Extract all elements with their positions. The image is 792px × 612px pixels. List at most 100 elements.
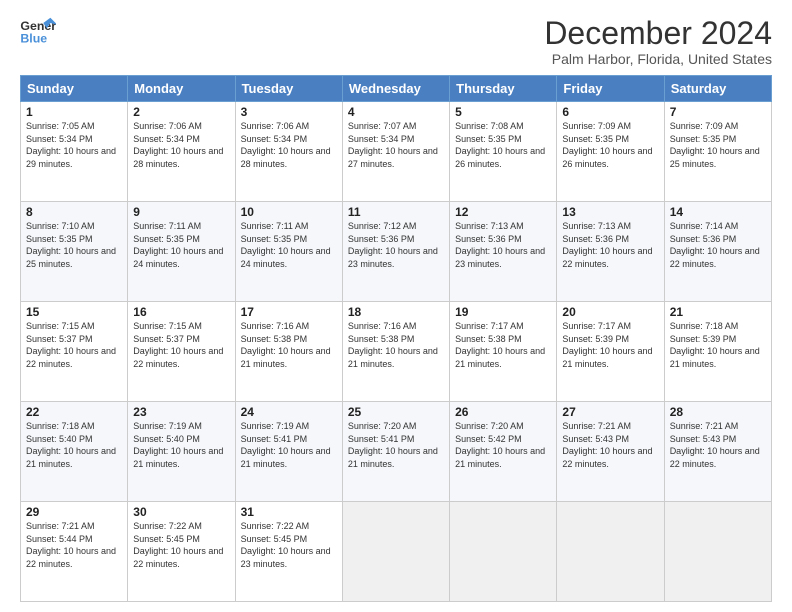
calendar-cell	[664, 502, 771, 602]
day-info: Sunrise: 7:22 AMSunset: 5:45 PMDaylight:…	[133, 521, 223, 569]
day-number: 22	[26, 405, 122, 419]
day-number: 11	[348, 205, 444, 219]
calendar-cell: 3 Sunrise: 7:06 AMSunset: 5:34 PMDaylight…	[235, 102, 342, 202]
weekday-header-monday: Monday	[128, 76, 235, 102]
calendar-cell: 25 Sunrise: 7:20 AMSunset: 5:41 PMDayligh…	[342, 402, 449, 502]
day-info: Sunrise: 7:19 AMSunset: 5:40 PMDaylight:…	[133, 421, 223, 469]
title-block: December 2024 Palm Harbor, Florida, Unit…	[544, 16, 772, 67]
calendar-cell: 19Sunrise: 7:17 AMSunset: 5:38 PMDayligh…	[450, 302, 557, 402]
calendar-cell: 14 Sunrise: 7:14 AMSunset: 5:36 PMDayligh…	[664, 202, 771, 302]
day-number: 18	[348, 305, 444, 319]
calendar-cell: 21 Sunrise: 7:18 AMSunset: 5:39 PMDayligh…	[664, 302, 771, 402]
calendar-cell: 23 Sunrise: 7:19 AMSunset: 5:40 PMDayligh…	[128, 402, 235, 502]
day-number: 5	[455, 105, 551, 119]
calendar-cell: 12 Sunrise: 7:13 AMSunset: 5:36 PMDayligh…	[450, 202, 557, 302]
day-info: Sunrise: 7:13 AMSunset: 5:36 PMDaylight:…	[562, 221, 652, 269]
calendar-cell: 7Sunrise: 7:09 AMSunset: 5:35 PMDaylight…	[664, 102, 771, 202]
day-info: Sunrise: 7:21 AMSunset: 5:43 PMDaylight:…	[670, 421, 760, 469]
header: General Blue December 2024 Palm Harbor, …	[20, 16, 772, 67]
weekday-header-saturday: Saturday	[664, 76, 771, 102]
day-number: 28	[670, 405, 766, 419]
calendar-week-1: 1 Sunrise: 7:05 AMSunset: 5:34 PMDaylight…	[21, 102, 772, 202]
calendar-cell: 30 Sunrise: 7:22 AMSunset: 5:45 PMDayligh…	[128, 502, 235, 602]
day-number: 13	[562, 205, 658, 219]
calendar-cell: 29 Sunrise: 7:21 AMSunset: 5:44 PMDayligh…	[21, 502, 128, 602]
day-info: Sunrise: 7:19 AMSunset: 5:41 PMDaylight:…	[241, 421, 331, 469]
month-title: December 2024	[544, 16, 772, 51]
calendar-cell: 4 Sunrise: 7:07 AMSunset: 5:34 PMDaylight…	[342, 102, 449, 202]
calendar-cell: 17 Sunrise: 7:16 AMSunset: 5:38 PMDayligh…	[235, 302, 342, 402]
day-info: Sunrise: 7:06 AMSunset: 5:34 PMDaylight:…	[241, 121, 331, 169]
day-info: Sunrise: 7:14 AMSunset: 5:36 PMDaylight:…	[670, 221, 760, 269]
weekday-header-wednesday: Wednesday	[342, 76, 449, 102]
day-number: 21	[670, 305, 766, 319]
day-number: 15	[26, 305, 122, 319]
calendar-cell: 22 Sunrise: 7:18 AMSunset: 5:40 PMDayligh…	[21, 402, 128, 502]
day-info: Sunrise: 7:18 AMSunset: 5:39 PMDaylight:…	[670, 321, 760, 369]
day-number: 27	[562, 405, 658, 419]
calendar-cell: 10Sunrise: 7:11 AMSunset: 5:35 PMDayligh…	[235, 202, 342, 302]
day-info: Sunrise: 7:20 AMSunset: 5:41 PMDaylight:…	[348, 421, 438, 469]
day-number: 14	[670, 205, 766, 219]
day-info: Sunrise: 7:20 AMSunset: 5:42 PMDaylight:…	[455, 421, 545, 469]
day-number: 1	[26, 105, 122, 119]
calendar-cell: 1 Sunrise: 7:05 AMSunset: 5:34 PMDaylight…	[21, 102, 128, 202]
calendar-table: SundayMondayTuesdayWednesdayThursdayFrid…	[20, 75, 772, 602]
day-number: 6	[562, 105, 658, 119]
weekday-header-thursday: Thursday	[450, 76, 557, 102]
weekday-header-friday: Friday	[557, 76, 664, 102]
day-number: 23	[133, 405, 229, 419]
calendar-cell: 8 Sunrise: 7:10 AMSunset: 5:35 PMDaylight…	[21, 202, 128, 302]
weekday-header-tuesday: Tuesday	[235, 76, 342, 102]
day-info: Sunrise: 7:13 AMSunset: 5:36 PMDaylight:…	[455, 221, 545, 269]
calendar-cell: 27 Sunrise: 7:21 AMSunset: 5:43 PMDayligh…	[557, 402, 664, 502]
day-number: 12	[455, 205, 551, 219]
calendar-cell: 5 Sunrise: 7:08 AMSunset: 5:35 PMDaylight…	[450, 102, 557, 202]
day-number: 25	[348, 405, 444, 419]
day-number: 31	[241, 505, 337, 519]
day-info: Sunrise: 7:10 AMSunset: 5:35 PMDaylight:…	[26, 221, 116, 269]
logo: General Blue	[20, 16, 56, 46]
day-info: Sunrise: 7:16 AMSunset: 5:38 PMDaylight:…	[241, 321, 331, 369]
calendar-cell	[342, 502, 449, 602]
calendar-cell: 13 Sunrise: 7:13 AMSunset: 5:36 PMDayligh…	[557, 202, 664, 302]
day-info: Sunrise: 7:08 AMSunset: 5:35 PMDaylight:…	[455, 121, 545, 169]
day-info: Sunrise: 7:15 AMSunset: 5:37 PMDaylight:…	[26, 321, 116, 369]
day-info: Sunrise: 7:18 AMSunset: 5:40 PMDaylight:…	[26, 421, 116, 469]
calendar-cell: 24Sunrise: 7:19 AMSunset: 5:41 PMDayligh…	[235, 402, 342, 502]
calendar-cell: 15 Sunrise: 7:15 AMSunset: 5:37 PMDayligh…	[21, 302, 128, 402]
day-number: 29	[26, 505, 122, 519]
weekday-header-sunday: Sunday	[21, 76, 128, 102]
calendar-cell: 18 Sunrise: 7:16 AMSunset: 5:38 PMDayligh…	[342, 302, 449, 402]
day-number: 3	[241, 105, 337, 119]
day-number: 8	[26, 205, 122, 219]
day-number: 20	[562, 305, 658, 319]
day-number: 4	[348, 105, 444, 119]
day-number: 17	[241, 305, 337, 319]
day-info: Sunrise: 7:07 AMSunset: 5:34 PMDaylight:…	[348, 121, 438, 169]
day-info: Sunrise: 7:09 AMSunset: 5:35 PMDaylight:…	[562, 121, 652, 169]
day-number: 26	[455, 405, 551, 419]
day-info: Sunrise: 7:11 AMSunset: 5:35 PMDaylight:…	[241, 221, 331, 269]
calendar-cell: 11Sunrise: 7:12 AMSunset: 5:36 PMDayligh…	[342, 202, 449, 302]
calendar-cell: 2Sunrise: 7:06 AMSunset: 5:34 PMDaylight…	[128, 102, 235, 202]
calendar-cell: 31 Sunrise: 7:22 AMSunset: 5:45 PMDayligh…	[235, 502, 342, 602]
day-number: 2	[133, 105, 229, 119]
calendar-cell	[450, 502, 557, 602]
day-info: Sunrise: 7:11 AMSunset: 5:35 PMDaylight:…	[133, 221, 223, 269]
calendar-cell	[557, 502, 664, 602]
calendar-week-5: 29 Sunrise: 7:21 AMSunset: 5:44 PMDayligh…	[21, 502, 772, 602]
day-info: Sunrise: 7:17 AMSunset: 5:39 PMDaylight:…	[562, 321, 652, 369]
calendar-week-3: 15 Sunrise: 7:15 AMSunset: 5:37 PMDayligh…	[21, 302, 772, 402]
day-info: Sunrise: 7:22 AMSunset: 5:45 PMDaylight:…	[241, 521, 331, 569]
calendar-cell: 26 Sunrise: 7:20 AMSunset: 5:42 PMDayligh…	[450, 402, 557, 502]
calendar-week-4: 22 Sunrise: 7:18 AMSunset: 5:40 PMDayligh…	[21, 402, 772, 502]
day-info: Sunrise: 7:05 AMSunset: 5:34 PMDaylight:…	[26, 121, 116, 169]
day-info: Sunrise: 7:21 AMSunset: 5:44 PMDaylight:…	[26, 521, 116, 569]
day-info: Sunrise: 7:09 AMSunset: 5:35 PMDaylight:…	[670, 121, 760, 169]
day-number: 19	[455, 305, 551, 319]
day-info: Sunrise: 7:16 AMSunset: 5:38 PMDaylight:…	[348, 321, 438, 369]
svg-text:Blue: Blue	[20, 31, 47, 45]
day-number: 30	[133, 505, 229, 519]
day-info: Sunrise: 7:21 AMSunset: 5:43 PMDaylight:…	[562, 421, 652, 469]
